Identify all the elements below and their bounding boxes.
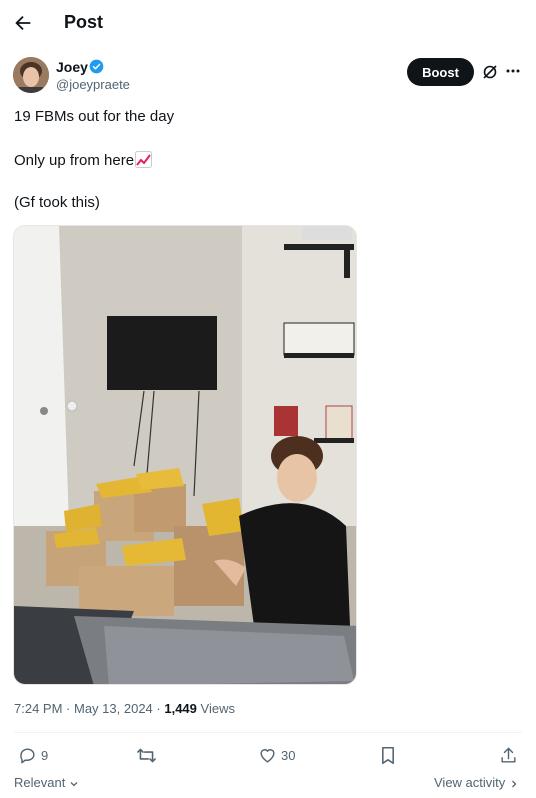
page-title: Post [64, 12, 104, 32]
post-time[interactable]: 7:24 PM [14, 701, 62, 716]
post-text-line-2-label: Only up from here [14, 152, 135, 169]
sort-relevant-dropdown[interactable]: Relevant [14, 775, 79, 790]
share-button[interactable] [499, 745, 518, 765]
like-count: 30 [281, 747, 296, 763]
author-name[interactable]: Joey [56, 59, 88, 75]
sort-label: Relevant [14, 775, 66, 790]
view-activity-label: View activity [434, 775, 506, 790]
views-label: Views [200, 701, 235, 716]
views-count: 1,449 [164, 701, 197, 716]
post-meta: 7:24 PM · May 13, 2024 · 1,449 Views [14, 701, 235, 716]
author-handle[interactable]: @joeypraete [56, 77, 130, 92]
verified-badge-icon [89, 59, 104, 74]
bookmark-button[interactable] [379, 745, 397, 765]
top-bar: Post [0, 0, 536, 46]
avatar[interactable] [13, 57, 49, 93]
chevron-down-icon [70, 781, 78, 786]
chart-increasing-emoji-icon [135, 151, 153, 168]
boost-button[interactable]: Boost [407, 58, 474, 86]
reply-count: 9 [41, 747, 49, 763]
like-button[interactable]: 30 [258, 745, 295, 765]
meta-dot: · [66, 701, 74, 716]
bookmark-icon [382, 746, 394, 764]
post-text-line-1: 19 FBMs out for the day [14, 108, 175, 125]
divider [14, 732, 522, 733]
reply-button[interactable]: 9 [18, 745, 48, 765]
post-photo[interactable] [13, 225, 357, 685]
repost-icon [137, 748, 156, 762]
post-text-line-2: Only up from here [14, 151, 153, 169]
chevron-right-icon [511, 780, 517, 788]
share-icon [501, 747, 516, 763]
more-icon[interactable] [505, 63, 521, 79]
view-activity-link[interactable]: View activity [434, 775, 519, 790]
repost-button[interactable] [136, 745, 161, 765]
post-text-line-3: (Gf took this) [14, 194, 100, 211]
back-arrow-icon[interactable] [12, 12, 34, 34]
grok-icon[interactable] [482, 64, 498, 80]
like-icon [260, 748, 275, 763]
reply-icon [20, 747, 35, 763]
post-date[interactable]: May 13, 2024 [74, 701, 153, 716]
